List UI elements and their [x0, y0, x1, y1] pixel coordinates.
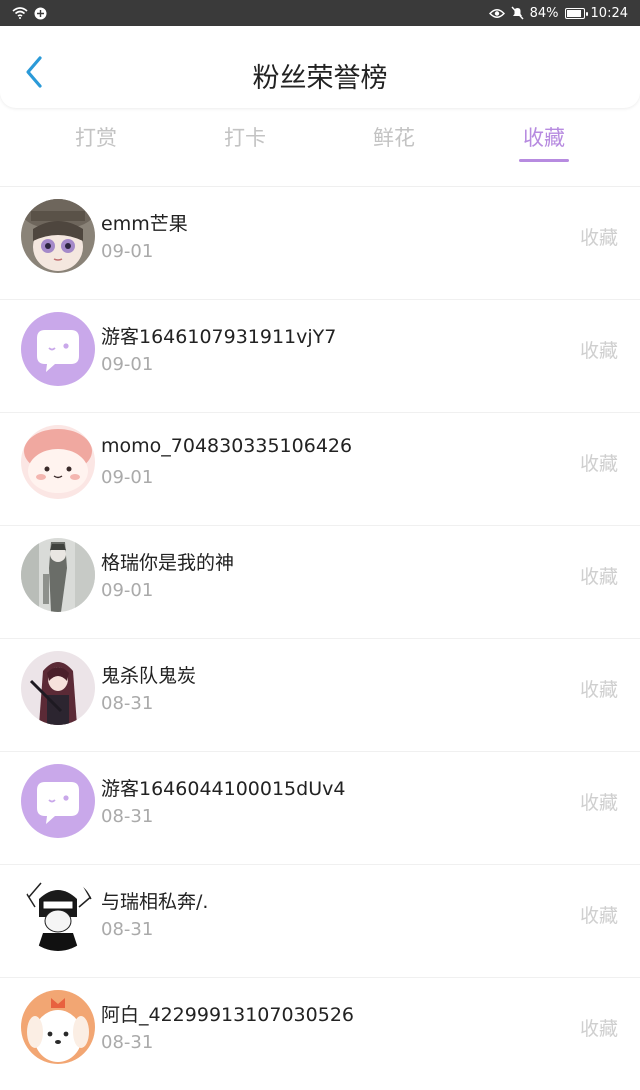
fan-date: 09-01 [101, 354, 154, 375]
avatar[interactable] [21, 312, 95, 386]
favorite-action[interactable]: 收藏 [580, 562, 618, 589]
fan-name: 阿白_42299913107030526 [101, 1004, 355, 1026]
fan-row[interactable]: 游客1646107931911vjY7 09-01 收藏 [0, 299, 640, 412]
tab-checkin[interactable]: 打卡 [185, 122, 305, 152]
anime-girl-avatar-icon [21, 199, 95, 273]
fan-date: 09-01 [101, 580, 154, 601]
avatar[interactable] [21, 651, 95, 725]
avatar[interactable] [21, 990, 95, 1064]
avatar[interactable] [21, 199, 95, 273]
avatar[interactable] [21, 425, 95, 499]
avatar[interactable] [21, 877, 95, 951]
default-chat-bubble-avatar-icon [21, 312, 95, 386]
favorite-action[interactable]: 收藏 [580, 901, 618, 928]
favorite-action[interactable]: 收藏 [580, 675, 618, 702]
fan-name: 与瑞相私奔/. [101, 891, 209, 913]
fan-name: emm芒果 [101, 213, 188, 235]
status-right: 84% 10:24 [488, 5, 628, 21]
tab-favorites[interactable]: 收藏 [484, 122, 604, 162]
favorite-action[interactable]: 收藏 [580, 1014, 618, 1041]
fan-row[interactable]: emm芒果 09-01 收藏 [0, 186, 640, 299]
fan-name: 游客1646107931911vjY7 [101, 326, 337, 348]
favorite-action[interactable]: 收藏 [580, 788, 618, 815]
app-notification-icon [34, 7, 47, 19]
battery-icon [564, 7, 588, 19]
fan-row[interactable]: 格瑞你是我的神 09-01 收藏 [0, 525, 640, 638]
sketch-character-avatar-icon [21, 538, 95, 612]
tab-label: 收藏 [523, 126, 565, 150]
header: 粉丝荣誉榜 [0, 26, 640, 108]
favorite-action[interactable]: 收藏 [580, 223, 618, 250]
tab-label: 打卡 [224, 126, 266, 150]
tab-label: 打赏 [75, 126, 117, 150]
tab-reward[interactable]: 打赏 [36, 122, 156, 152]
fan-date: 08-31 [101, 693, 154, 714]
battery-percent: 84% [529, 5, 559, 21]
dark-hair-anime-avatar-icon [21, 651, 95, 725]
status-left [12, 7, 47, 20]
orange-dog-avatar-icon [21, 990, 95, 1064]
manga-character-avatar-icon [21, 877, 95, 951]
favorite-action[interactable]: 收藏 [580, 336, 618, 363]
fan-list: emm芒果 09-01 收藏 游客1646107931911vjY7 09-01… [0, 186, 640, 1090]
fan-name: 格瑞你是我的神 [101, 552, 235, 574]
tab-bar: 打赏 打卡 鲜花 收藏 [0, 118, 640, 166]
favorite-action[interactable]: 收藏 [580, 449, 618, 476]
fan-row[interactable]: 鬼杀队鬼炭 08-31 收藏 [0, 638, 640, 751]
tab-flowers[interactable]: 鲜花 [334, 122, 454, 152]
fan-row[interactable]: 阿白_42299913107030526 08-31 收藏 [0, 977, 640, 1090]
fan-date: 09-01 [101, 241, 154, 262]
default-chat-bubble-avatar-icon [21, 764, 95, 838]
fan-date: 08-31 [101, 1032, 154, 1053]
fan-row[interactable]: momo_704830335106426 09-01 收藏 [0, 412, 640, 525]
fan-date: 08-31 [101, 806, 154, 827]
eye-icon [488, 8, 505, 18]
mute-icon [511, 6, 524, 20]
tab-label: 鲜花 [373, 126, 415, 150]
page-title: 粉丝荣誉榜 [252, 63, 388, 94]
fan-row[interactable]: 游客1646044100015dUv4 08-31 收藏 [0, 751, 640, 864]
pink-blob-avatar-icon [21, 425, 95, 499]
fan-name: 游客1646044100015dUv4 [101, 778, 346, 800]
fan-date: 08-31 [101, 919, 154, 940]
wifi-icon [12, 7, 28, 19]
avatar[interactable] [21, 538, 95, 612]
fan-name: 鬼杀队鬼炭 [101, 665, 197, 687]
fan-date: 09-01 [101, 467, 154, 488]
avatar[interactable] [21, 764, 95, 838]
fan-row[interactable]: 与瑞相私奔/. 08-31 收藏 [0, 864, 640, 977]
fan-name: momo_704830335106426 [101, 435, 353, 457]
tab-underline-active [519, 159, 569, 162]
status-time: 10:24 [590, 5, 628, 21]
status-bar: 84% 10:24 [0, 0, 640, 26]
